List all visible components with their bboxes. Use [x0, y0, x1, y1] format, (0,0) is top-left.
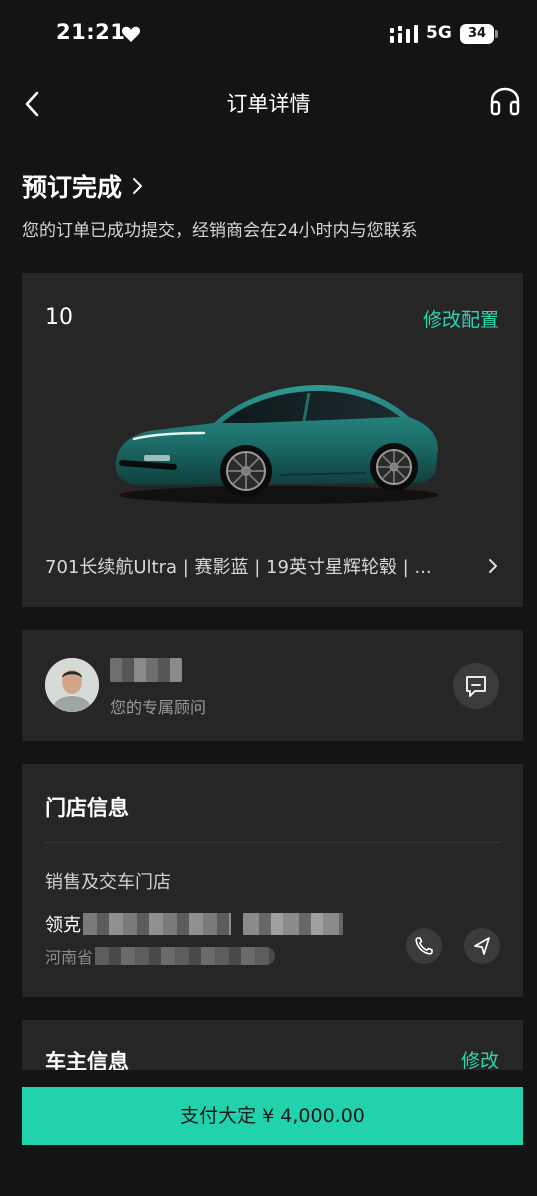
avatar[interactable]: [45, 658, 99, 712]
signal-icon: [390, 25, 418, 43]
store-name-redacted: [83, 913, 231, 935]
order-status-link[interactable]: 预订完成: [22, 168, 146, 204]
status-bar: 21:21 5G 34: [0, 0, 537, 68]
owner-card: 车主信息 修改: [22, 1020, 523, 1070]
battery-level: 34: [460, 24, 494, 44]
car-image: [115, 385, 439, 504]
owner-edit-button[interactable]: 修改: [461, 1046, 499, 1070]
network-type: 5G: [426, 23, 452, 43]
person-icon: [45, 658, 99, 712]
store-name-redacted: [243, 913, 343, 935]
store-address-row: 河南省: [45, 944, 276, 968]
message-icon: [466, 676, 486, 697]
store-name: 领克: [45, 915, 81, 936]
car-model: 10: [45, 305, 73, 330]
message-button[interactable]: [453, 663, 499, 709]
advisor-role: 您的专属顾问: [110, 698, 207, 717]
page-title: 订单详情: [226, 92, 311, 116]
bottom-bar: 支付大定 ¥ 4,000.00: [0, 1070, 537, 1196]
store-name-row: 领克: [45, 910, 343, 938]
car-spec: 701长续航Ultra | 赛影蓝 | 19英寸星辉轮毂 | ...: [45, 557, 432, 578]
car-card: 10 修改配置 701长续航Ultra | 赛影蓝 | 19英寸星辉轮毂 | .…: [22, 273, 523, 607]
pay-deposit-button[interactable]: 支付大定 ¥ 4,000.00: [22, 1087, 523, 1145]
store-type-label: 销售及交车门店: [45, 872, 171, 893]
advisor-name-redacted: [110, 658, 182, 682]
edit-config-button[interactable]: 修改配置: [423, 305, 499, 332]
phone-icon: [415, 937, 433, 955]
navigation-icon: [474, 937, 490, 955]
car-spec-row[interactable]: 701长续航Ultra | 赛影蓝 | 19英寸星辉轮毂 | ...: [45, 551, 499, 581]
heart-icon: [121, 26, 141, 42]
chevron-right-icon: [489, 559, 497, 573]
divider: [45, 842, 501, 843]
call-button[interactable]: [406, 928, 442, 964]
headset-icon[interactable]: [488, 86, 522, 118]
advisor-card: 您的专属顾问: [22, 630, 523, 741]
store-address: 河南省: [45, 948, 94, 967]
status-time: 21:21: [56, 20, 126, 44]
battery-icon: 34: [460, 24, 498, 44]
chevron-right-icon: [133, 178, 143, 194]
battery-tip: [495, 30, 498, 38]
store-card: 门店信息 销售及交车门店 领克 河南省: [22, 764, 523, 997]
store-section-title: 门店信息: [45, 796, 129, 820]
owner-section-title: 车主信息: [45, 1050, 129, 1070]
navigate-button[interactable]: [464, 928, 500, 964]
store-address-redacted: [95, 947, 276, 965]
order-status: 预订完成: [22, 173, 123, 202]
order-description: 您的订单已成功提交，经销商会在24小时内与您联系: [22, 221, 418, 241]
